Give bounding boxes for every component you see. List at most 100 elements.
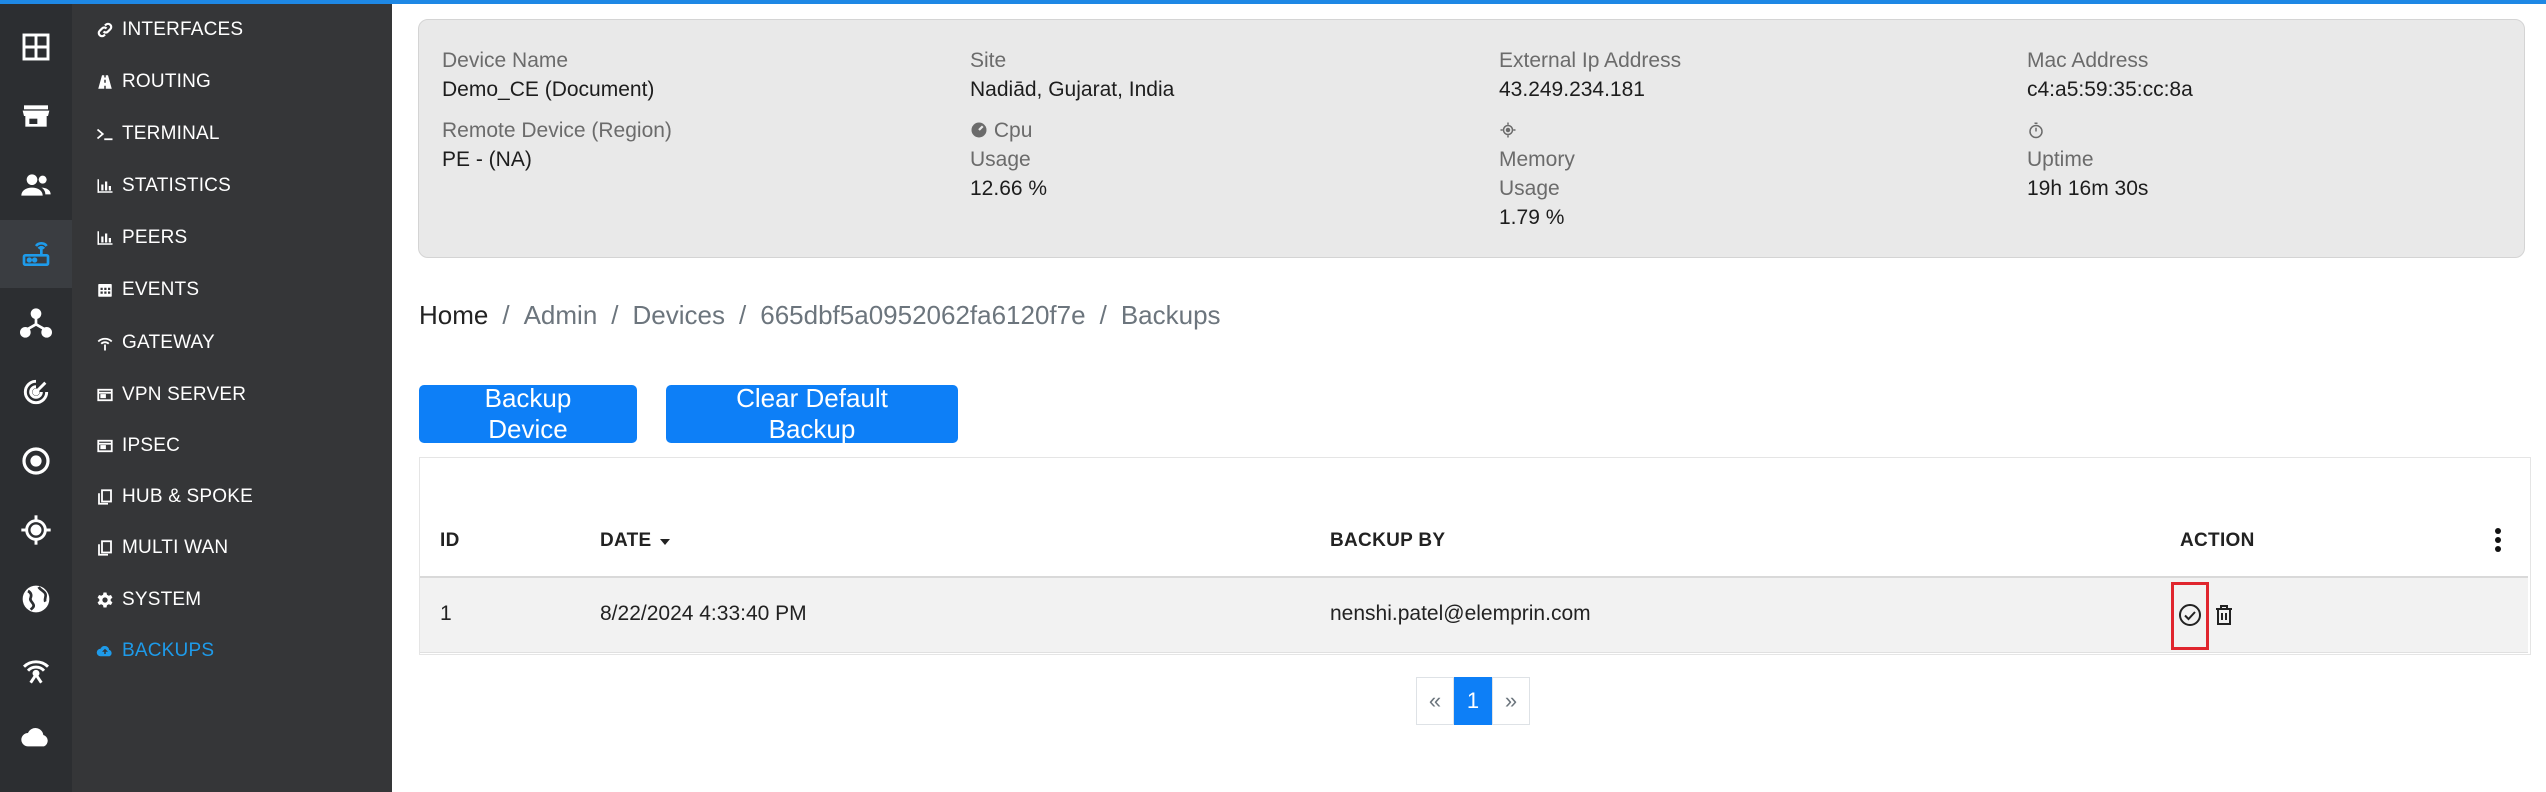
cell-backup-by: nenshi.patel@elemprin.com [1330,602,1591,625]
sidebar-item-label: ROUTING [122,71,212,92]
check-circle-icon[interactable] [2178,603,2202,627]
sidebar-item-interfaces[interactable]: INTERFACES [96,15,243,45]
rail-crosshair[interactable] [0,496,72,564]
crosshair-icon [21,515,51,545]
stopwatch-icon [2029,122,2043,139]
sort-caret-down-icon [660,539,671,545]
rail-radar[interactable] [0,358,72,426]
remote-device-label: Remote Device (Region) [442,119,672,142]
memory-label: Memory [1499,148,1575,171]
device-name-value: Demo_CE (Document) [442,78,655,101]
external-ip-label: External Ip Address [1499,49,1682,72]
link-icon [96,21,114,39]
sidebar-item-routing[interactable]: ROUTING [96,67,211,97]
rail-globe[interactable] [0,565,72,633]
uptime-value: 19h 16m 30s [2027,177,2149,200]
rail-router[interactable] [0,220,72,288]
window-icon [96,386,114,404]
sidebar-item-label: EVENTS [122,279,200,300]
breadcrumb: Home / Admin / Devices / 665dbf5a0952062… [419,300,1221,331]
top-accent-bar [0,0,2546,4]
cell-date: 8/22/2024 4:33:40 PM [600,602,807,625]
users-icon [21,174,51,196]
bar-chart-icon [96,229,114,247]
sidebar-item-label: PEERS [122,227,188,248]
sidebar-item-label: VPN SERVER [122,384,247,405]
device-name-label: Device Name [442,49,569,72]
rail-dashboard[interactable] [0,13,72,81]
sidebar-item-label: STATISTICS [122,175,231,196]
breadcrumb-separator: / [739,300,747,330]
sidebar-item-events[interactable]: EVENTS [96,275,199,305]
clear-default-backup-button[interactable]: Clear Default Backup [666,383,958,444]
network-icon [20,308,52,338]
mac-address-label: Mac Address [2027,49,2149,72]
sidebar-item-peers[interactable]: PEERS [96,223,187,253]
window-icon [96,437,114,455]
breadcrumb-home[interactable]: Home [419,300,488,331]
breadcrumb-separator: / [502,300,510,330]
rail-wireless[interactable] [0,634,72,702]
sidebar-item-hub-spoke[interactable]: HUB & SPOKE [96,482,253,512]
uptime-label: Uptime [2027,148,2094,171]
pagination-next[interactable]: » [1492,677,1530,725]
rail-users[interactable] [0,151,72,219]
memory-usage-label: Usage [1499,177,1560,200]
remote-device-block: Remote Device (Region) PE - (NA) [442,116,672,174]
pagination: « 1 » [1416,677,1530,725]
rail-cloud[interactable] [0,703,72,771]
cpu-usage-value: 12.66 % [970,177,1048,200]
pagination-page-1[interactable]: 1 [1454,677,1492,725]
rail-target[interactable] [0,427,72,495]
cpu-block: Cpu Usage 12.66 % [970,116,1047,203]
bar-chart-icon [96,177,114,195]
sidebar-item-backups[interactable]: BACKUPS [96,636,214,666]
road-icon [96,73,114,91]
sidebar-item-label: BACKUPS [122,640,215,661]
icon-rail [0,0,72,792]
trash-icon[interactable] [2212,603,2236,627]
column-header-backup-by[interactable]: BACKUP BY [1330,530,1445,552]
sidebar-item-multi-wan[interactable]: MULTI WAN [96,533,228,563]
sidebar-item-label: GATEWAY [122,332,215,353]
antenna-icon [96,334,114,352]
radar-icon [23,379,49,405]
column-header-id[interactable]: ID [440,530,460,552]
kebab-menu-icon[interactable] [2494,528,2502,552]
site-label: Site [970,49,1007,72]
sidebar-item-vpn-server[interactable]: VPN SERVER [96,380,246,410]
column-header-date[interactable]: DATE [600,530,671,552]
sidebar-item-terminal[interactable]: TERMINAL [96,119,220,149]
copy-icon [96,539,114,557]
cloud-icon [21,728,48,747]
breadcrumb-separator: / [611,300,619,330]
pagination-prev[interactable]: « [1416,677,1454,725]
column-header-date-label: DATE [600,530,652,551]
sidebar-item-gateway[interactable]: GATEWAY [96,328,215,358]
sidebar-item-label: IPSEC [122,435,181,456]
router-icon [22,242,50,266]
rail-network[interactable] [0,289,72,357]
sidebar-item-statistics[interactable]: STATISTICS [96,171,231,201]
rail-store[interactable] [0,82,72,150]
memory-chip-icon [1500,122,1516,138]
backup-device-button[interactable]: Backup Device [419,383,637,444]
memory-usage-value: 1.79 % [1499,206,1565,229]
cell-id: 1 [440,602,452,625]
copy-icon [96,488,114,506]
terminal-icon [96,125,114,143]
sidebar-item-system[interactable]: SYSTEM [96,585,201,615]
external-ip-value: 43.249.234.181 [1499,78,1645,101]
cpu-label: Cpu [993,119,1033,142]
site-value: Nadiād, Gujarat, India [970,78,1175,101]
breadcrumb-device-id[interactable]: 665dbf5a0952062fa6120f7e [760,300,1085,331]
sidebar-item-label: MULTI WAN [122,537,229,558]
cpu-usage-label: Usage [970,148,1031,171]
sidebar-item-label: TERMINAL [122,123,220,144]
cloud-upload-icon [96,642,114,660]
sidebar-item-ipsec[interactable]: IPSEC [96,431,180,461]
mac-address-value: c4:a5:59:35:cc:8a [2027,78,2193,101]
uptime-block: Uptime 19h 16m 30s [2027,116,2148,203]
breadcrumb-admin[interactable]: Admin [524,300,598,331]
breadcrumb-devices[interactable]: Devices [633,300,725,331]
